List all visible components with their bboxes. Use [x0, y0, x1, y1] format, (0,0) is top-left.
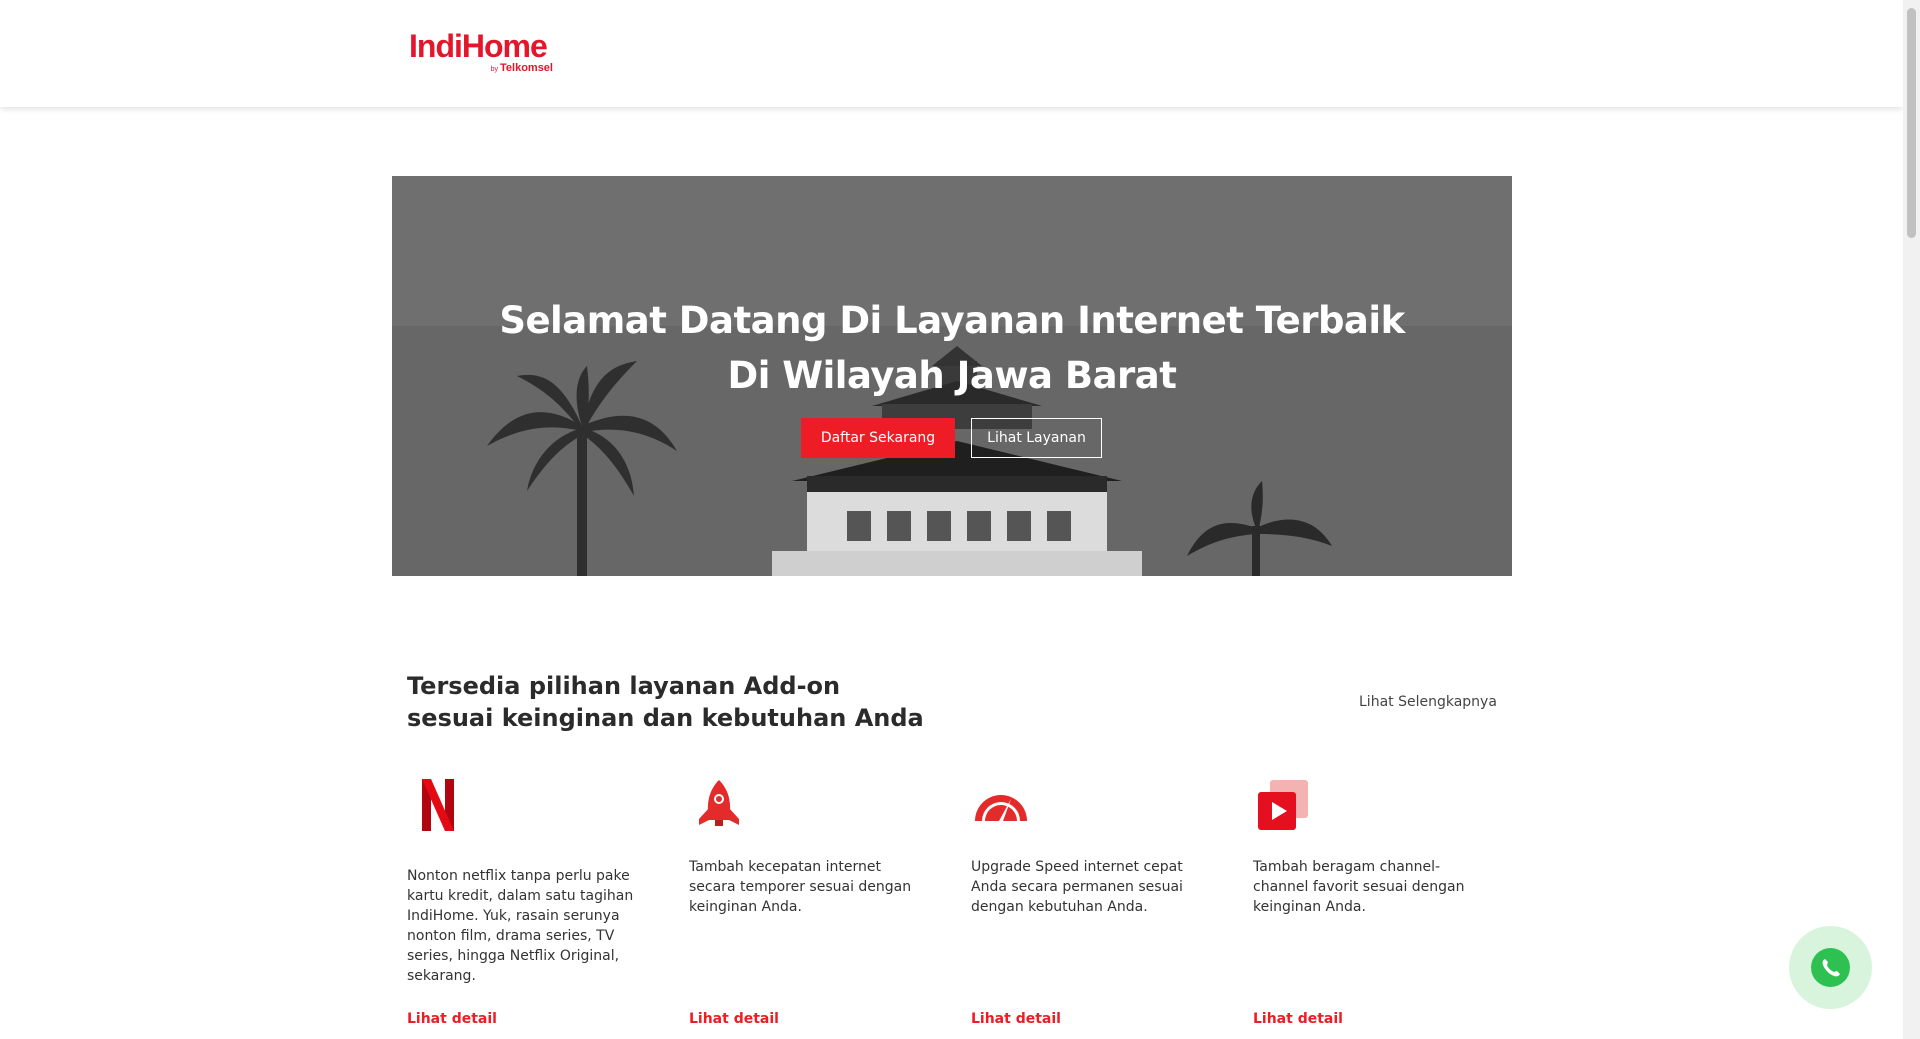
- site-header: IndiHome by Telkomsel: [0, 0, 1903, 107]
- logo-subtitle: by Telkomsel: [490, 62, 553, 74]
- addon-card-detail-link[interactable]: Lihat detail: [1253, 1011, 1343, 1027]
- netflix-icon: [422, 779, 454, 831]
- rocket-icon: [699, 780, 739, 826]
- addon-card-description: Upgrade Speed internet cepat Anda secara…: [971, 859, 1183, 915]
- hero-title-line-2: Di Wilayah Jawa Barat: [727, 354, 1177, 397]
- addon-card-detail-link[interactable]: Lihat detail: [689, 1011, 779, 1027]
- whatsapp-icon: [1811, 948, 1850, 987]
- speedometer-icon: [975, 795, 1027, 821]
- addon-card-description: Nonton netflix tanpa perlu pake kartu kr…: [407, 868, 634, 984]
- hero-banner: Selamat Datang Di Layanan Internet Terba…: [392, 176, 1512, 576]
- indihome-logo[interactable]: IndiHome by Telkomsel: [409, 28, 559, 76]
- page-scrollbar[interactable]: [1903, 0, 1920, 1039]
- addon-card-description: Tambah beragam channel-channel favorit s…: [1253, 859, 1465, 915]
- addon-card-description: Tambah kecepatan internet secara tempore…: [689, 859, 912, 915]
- hero-title: Selamat Datang Di Layanan Internet Terba…: [392, 293, 1512, 403]
- register-now-button[interactable]: Daftar Sekarang: [801, 418, 955, 458]
- scrollbar-thumb[interactable]: [1907, 8, 1916, 238]
- view-services-button[interactable]: Lihat Layanan: [971, 418, 1102, 458]
- play-channel-icon: [1258, 780, 1308, 830]
- logo-wordmark: IndiHome: [409, 28, 548, 64]
- addon-card-detail-link[interactable]: Lihat detail: [407, 1011, 497, 1027]
- addon-card-detail-link[interactable]: Lihat detail: [971, 1011, 1061, 1027]
- phone-icon: [1822, 959, 1840, 977]
- addons-section-title: Tersedia pilihan layanan Add-on sesuai k…: [407, 672, 924, 732]
- see-more-link[interactable]: Lihat Selengkapnya: [1359, 694, 1497, 710]
- hero-title-line-1: Selamat Datang Di Layanan Internet Terba…: [499, 299, 1405, 342]
- whatsapp-chat-button[interactable]: [1789, 926, 1872, 1009]
